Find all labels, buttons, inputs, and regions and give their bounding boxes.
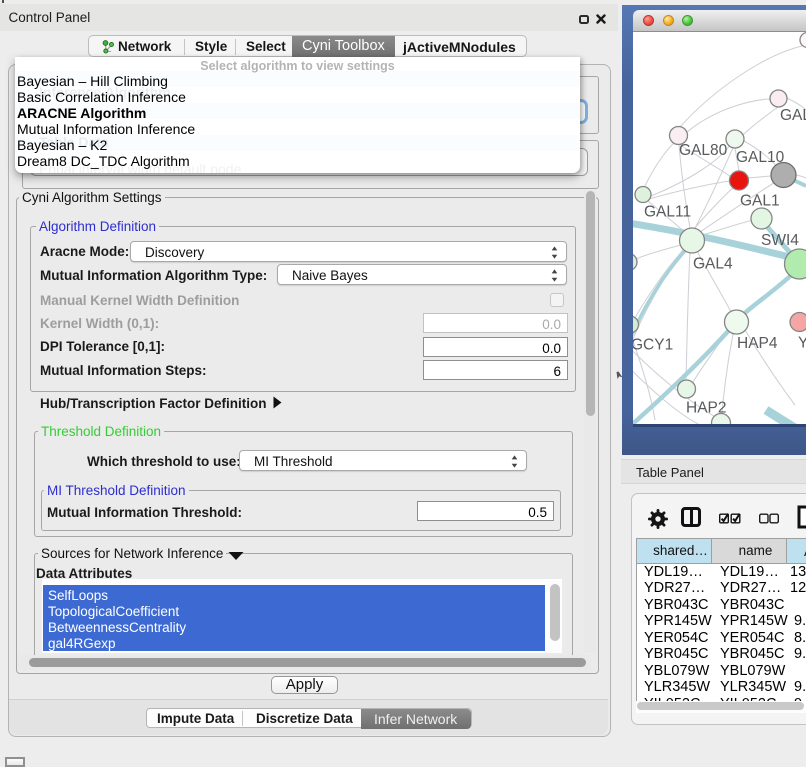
svg-text:GAL80: GAL80 [679,142,728,159]
svg-text:GAL4: GAL4 [693,256,733,273]
svg-text:GAL7: GAL7 [780,107,806,124]
svg-text:Y: Y [798,335,806,352]
svg-text:HAP2: HAP2 [686,400,727,417]
svg-text:GAL10: GAL10 [736,149,785,166]
svg-text:GAL11: GAL11 [644,204,691,221]
svg-text:SWI4: SWI4 [761,232,799,249]
svg-text:HAP4: HAP4 [737,335,778,352]
svg-text:GAL1: GAL1 [740,193,780,210]
svg-text:GCY1: GCY1 [633,337,673,354]
